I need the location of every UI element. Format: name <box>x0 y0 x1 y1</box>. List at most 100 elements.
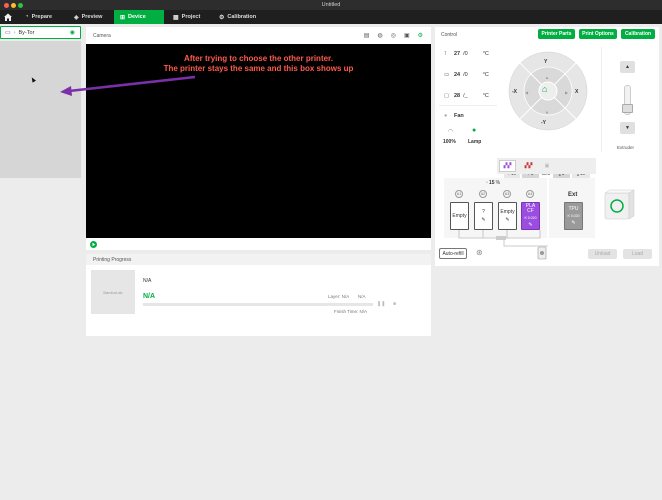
speed-icon[interactable]: ◠ <box>448 128 453 135</box>
print-options-button[interactable]: Print Options <box>579 29 617 39</box>
edit-icon[interactable]: ✎ <box>481 217 485 223</box>
humidity-icon: ◔ <box>485 180 489 186</box>
camera-panel: Camera ▤ ◍ ◎ ▣ ⚙ After trying to choose … <box>86 27 431 250</box>
slot-a2-num: A2 <box>479 190 487 198</box>
lamp-label: Lamp <box>468 139 482 145</box>
project-icon: ▦ <box>173 14 179 21</box>
task-name: N/A <box>143 278 152 284</box>
ext-spool-label: TPU <box>568 206 579 212</box>
camera-icon[interactable]: ▣ <box>404 32 410 39</box>
ams-slot-a4[interactable]: PLA CF K 0.020 ✎ <box>521 202 540 230</box>
ams-tab-2[interactable]: ▞▞ <box>520 160 537 172</box>
recording-icon[interactable]: ◍ <box>377 32 382 39</box>
chamber-icon: ▢ <box>444 93 450 99</box>
tab-preview-label: Preview <box>81 14 103 20</box>
progress-title: Printing Progress <box>93 256 132 263</box>
ams-tab-1[interactable]: ▞▞ <box>499 160 516 172</box>
extruder-down-button[interactable]: ▼ <box>620 122 635 134</box>
tab-preview[interactable]: ◈ Preview <box>68 10 108 24</box>
camera-video-feed: After trying to choose the other printer… <box>86 44 431 238</box>
layer-label: Layer: N/A <box>328 294 350 299</box>
chevron-right-icon: › <box>13 29 16 36</box>
home-icon[interactable] <box>3 12 13 22</box>
extruder-head-icon <box>622 104 633 113</box>
slot-a2-label: ? <box>482 209 485 215</box>
ams-slot-a2[interactable]: ? ✎ <box>474 202 493 230</box>
camera-title: Camera <box>93 32 111 39</box>
tab-device-label: Device <box>128 14 146 20</box>
tab-device[interactable]: ⊞ Device <box>114 10 164 24</box>
arrow-right-icon: ▶ <box>565 90 569 95</box>
nozzle-icon: ⊺ <box>444 51 447 57</box>
fan-label: Fan <box>454 113 464 119</box>
play-icon[interactable] <box>90 241 97 248</box>
arrow-left-icon: ◀ <box>525 90 529 95</box>
bed-temp-target: /0 <box>463 72 468 78</box>
ams-slot-a1[interactable]: Empty <box>450 202 469 230</box>
ams-slot-a3[interactable]: Empty ✎ <box>498 202 517 230</box>
fan-icon: ● <box>444 113 448 119</box>
bed-icon: ▭ <box>444 72 450 78</box>
edit-icon[interactable]: ✎ <box>571 220 575 226</box>
printer-parts-button[interactable]: Printer Parts <box>538 29 575 39</box>
cube-icon: ◔ <box>25 14 29 20</box>
edit-icon[interactable]: ✎ <box>528 222 532 228</box>
window-titlebar: Untitled <box>0 0 662 10</box>
extruder-up-button[interactable]: ▲ <box>620 61 635 73</box>
humidity-unit: % <box>495 180 501 186</box>
arrow-up-icon: ▲ <box>545 75 549 80</box>
calibration-button[interactable]: Calibration <box>621 29 655 39</box>
home-axis-icon[interactable]: ⌂ <box>542 84 547 94</box>
sd-card-icon[interactable]: ▤ <box>364 32 370 39</box>
printing-progress-panel: Printing Progress BambuLab N/A N/A Layer… <box>86 254 431 336</box>
x-plus-label[interactable]: X <box>575 89 578 95</box>
ams-tab-ext[interactable]: ▣ <box>541 160 553 172</box>
nozzle-temp-current: 27 <box>454 51 461 57</box>
pause-icon[interactable]: ❚❚ <box>377 301 385 307</box>
layers-icon: ◈ <box>74 14 79 21</box>
ext-spool-slot[interactable]: TPU K 0.020 ✎ <box>564 202 583 230</box>
bed-temp-row[interactable]: ▭ 24 /0 °C <box>444 72 489 78</box>
lamp-icon[interactable]: ● <box>472 127 476 134</box>
spool-icon: ▣ <box>544 163 550 169</box>
top-navigation: ◔ Prepare ◈ Preview ⊞ Device ▦ Project ⚙… <box>0 10 662 24</box>
slot-a3-num: A3 <box>503 190 511 198</box>
humidity-value: 15 <box>489 180 495 186</box>
empty-printer-popup[interactable] <box>0 41 81 178</box>
ext-k-value: K 0.020 <box>567 214 580 218</box>
settings-gear-icon[interactable]: ⚙ <box>418 32 423 39</box>
stop-icon[interactable]: ■ <box>393 301 396 307</box>
y-minus-label[interactable]: -Y <box>541 120 546 126</box>
device-icon: ⊞ <box>120 14 126 21</box>
fan-row[interactable]: ● Fan <box>444 113 464 119</box>
x-minus-label[interactable]: -X <box>512 89 517 95</box>
divider <box>439 105 497 106</box>
triangle-down-icon: ▼ <box>625 125 630 131</box>
chamber-temp-row[interactable]: ▢ 28 /_ °C <box>444 93 489 99</box>
chamber-temp-unit: °C <box>482 93 489 99</box>
auto-refill-button[interactable]: Auto-refill <box>439 248 467 259</box>
load-button[interactable]: Load <box>623 249 652 259</box>
ext-title: Ext <box>568 192 578 198</box>
triangle-up-icon: ▲ <box>625 64 630 70</box>
annotation-line-2: The printer stays the same and this box … <box>163 64 354 73</box>
nozzle-temp-row[interactable]: ⊺ 27 /0 °C <box>444 51 489 57</box>
slot-a1-label: Empty <box>452 213 467 219</box>
y-plus-label[interactable]: Y <box>544 59 547 65</box>
printer-icon: ▭ <box>5 30 11 36</box>
tab-project[interactable]: ▦ Project <box>167 10 206 24</box>
edit-icon[interactable]: ✎ <box>505 217 509 223</box>
tab-prepare[interactable]: ◔ Prepare <box>19 10 58 24</box>
printer-selector[interactable]: ▭ › By-Tor ◉ <box>0 26 81 39</box>
timelapse-icon[interactable]: ◎ <box>391 32 396 39</box>
ams-tab-icon: ▞▞ <box>524 163 533 169</box>
unload-button[interactable]: Unload <box>588 249 617 259</box>
ams-settings-icon[interactable]: ⊛ <box>476 248 483 257</box>
slot-a4-k-value: K 0.020 <box>524 216 537 220</box>
slot-a1-num: A1 <box>455 190 463 198</box>
print-thumbnail: BambuLab <box>91 270 135 314</box>
tab-calibration[interactable]: ⚙ Calibration <box>213 10 262 24</box>
slot-a3-label: Empty <box>500 209 515 215</box>
humidity-indicator[interactable]: ◔ 15 % <box>485 180 500 186</box>
wifi-icon: ◉ <box>69 30 75 36</box>
